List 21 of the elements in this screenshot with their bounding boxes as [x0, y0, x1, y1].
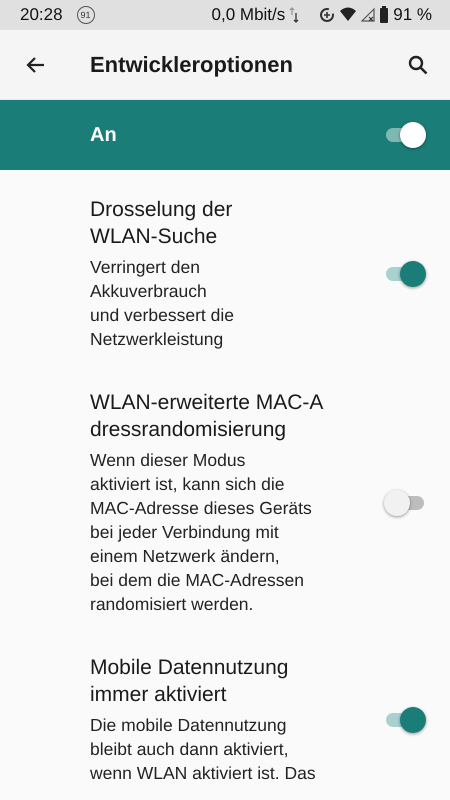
battery-level: 91 %: [393, 5, 432, 25]
battery-icon: [379, 6, 390, 24]
data-saver-icon: [319, 7, 336, 23]
wifi-icon: [339, 7, 358, 23]
setting-summary: Wenn dieser Modus aktiviert ist, kann sich die MAC-Adresse dieses Geräts bei jeder Verbindung mit einem Netzwerk ändern, bei dem die MAC-Adressen randomisiert werden.: [90, 449, 313, 616]
toggle-switch[interactable]: [384, 260, 426, 288]
notification-badge: 91: [76, 6, 95, 24]
master-switch-label: An: [90, 124, 117, 146]
toggle-switch[interactable]: [384, 488, 426, 516]
setting-title: Drosselung der WLAN-Suche: [90, 197, 234, 250]
signal-icon: [361, 7, 376, 23]
setting-summary: Verringert den Akkuverbrauch und verbessert die Netzwerkleistung: [90, 256, 235, 351]
toggle-switch[interactable]: [384, 706, 426, 734]
data-transfer-icon: [289, 7, 300, 23]
setting-title: Mobile Datennutzung immer aktiviert: [90, 655, 290, 708]
setting-title: WLAN-erweiterte MAC-A dressrandomisierung: [90, 390, 324, 443]
network-speed: 0,0 Mbit/s: [212, 5, 286, 25]
toggle-switch[interactable]: [384, 121, 426, 149]
clock: 20:28: [20, 5, 63, 25]
setting-summary: Die mobile Datennutzung bleibt auch dann aktiviert, wenn WLAN aktiviert ist. Das: [90, 714, 317, 785]
screen-title: Entwickleroptionen: [90, 52, 293, 78]
